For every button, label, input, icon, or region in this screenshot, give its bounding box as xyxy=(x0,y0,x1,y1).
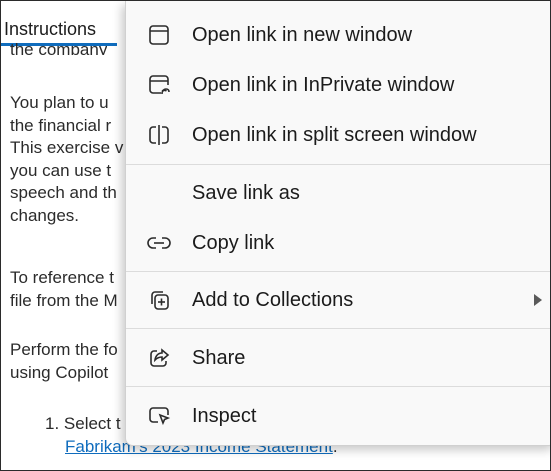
menu-item-share[interactable]: Share xyxy=(132,336,550,380)
submenu-arrow-icon xyxy=(534,294,542,306)
inspect-icon xyxy=(146,403,172,429)
inprivate-window-icon xyxy=(146,72,172,98)
collections-add-icon xyxy=(146,287,172,313)
paragraph-perform: Perform the fo using Copilot xyxy=(10,340,118,382)
menu-item-open-inprivate[interactable]: Open link in InPrivate window xyxy=(132,63,550,107)
split-screen-icon xyxy=(146,122,172,148)
menu-item-copy-link[interactable]: Copy link xyxy=(132,221,550,265)
menu-item-add-to-collections[interactable]: Add to Collections xyxy=(132,278,550,322)
paragraph-reference: To reference t file from the M xyxy=(10,268,118,310)
cut-off-text-line: the company xyxy=(10,40,108,55)
link-context-menu: Open link in new window Open link in InP… xyxy=(125,1,550,446)
menu-item-save-link-as[interactable]: Save link as xyxy=(132,171,550,215)
browser-viewport: Instructions the company You plan to u t… xyxy=(0,0,551,471)
share-icon xyxy=(146,345,172,371)
window-icon xyxy=(146,22,172,48)
menu-separator xyxy=(126,386,550,387)
menu-item-open-split-screen[interactable]: Open link in split screen window xyxy=(132,113,550,157)
menu-separator xyxy=(126,164,550,165)
link-icon xyxy=(146,230,172,256)
tab-instructions[interactable]: Instructions xyxy=(1,17,96,41)
paragraph-intro: You plan to u the financial r This exerc… xyxy=(10,93,124,225)
menu-item-open-new-window[interactable]: Open link in new window xyxy=(132,13,550,57)
menu-item-inspect[interactable]: Inspect xyxy=(132,394,550,438)
menu-separator xyxy=(126,271,550,272)
menu-separator xyxy=(126,328,550,329)
